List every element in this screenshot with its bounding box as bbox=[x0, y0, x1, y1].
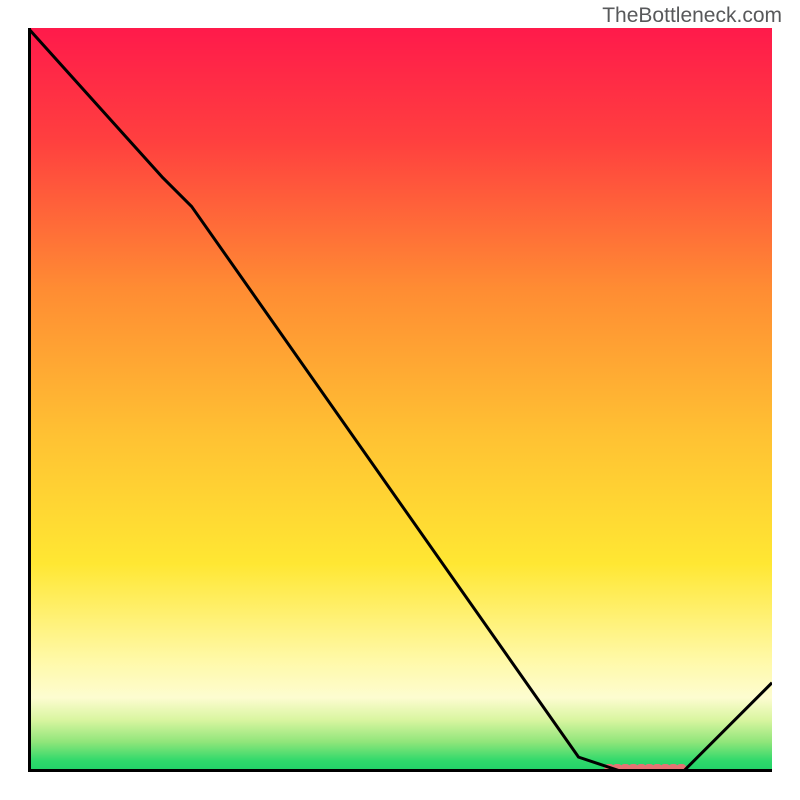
chart-plot-area bbox=[28, 28, 772, 772]
chart-svg bbox=[28, 28, 772, 772]
gradient-background bbox=[28, 28, 772, 772]
watermark-text: TheBottleneck.com bbox=[602, 4, 782, 28]
chart-container: TheBottleneck.com bbox=[0, 0, 800, 800]
